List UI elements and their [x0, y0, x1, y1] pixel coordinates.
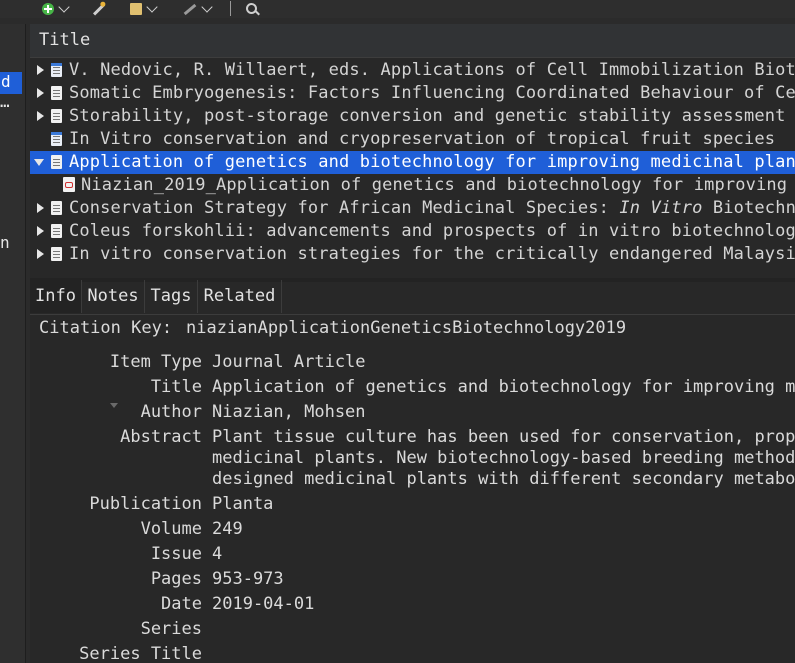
- document-icon: [51, 86, 62, 100]
- abstract-line[interactable]: Plant tissue culture has been used for c…: [212, 427, 795, 447]
- field-value-pages[interactable]: 953-973: [212, 569, 284, 589]
- toolbar: [0, 0, 795, 18]
- row-title-part: Biotechnology: [712, 198, 795, 218]
- document-icon: [51, 155, 62, 169]
- pdf-icon: [63, 177, 75, 192]
- row-title: Application of genetics and biotechnolog…: [69, 152, 795, 172]
- field-value-issue[interactable]: 4: [212, 544, 222, 564]
- magic-wand-icon: [92, 0, 107, 16]
- field-label-author: Author: [140, 402, 202, 422]
- field-value-publication[interactable]: Planta: [212, 494, 273, 514]
- expand-arrow-icon[interactable]: [37, 249, 44, 259]
- new-item-button[interactable]: [42, 0, 70, 16]
- field-value-volume[interactable]: 249: [212, 519, 243, 539]
- note-icon: [130, 2, 142, 15]
- attachment-row[interactable]: Niazian_2019_Application of genetics and…: [30, 174, 795, 197]
- row-title: Somatic Embryogenesis: Factors Influenci…: [69, 83, 795, 103]
- book-icon: [51, 63, 62, 77]
- field-value-date[interactable]: 2019-04-01: [212, 594, 314, 614]
- field-value-title[interactable]: Application of genetics and biotechnolog…: [212, 377, 795, 397]
- field-label-publication: Publication: [89, 494, 202, 514]
- add-by-identifier-button[interactable]: [92, 0, 107, 16]
- chevron-down-icon: [201, 0, 213, 13]
- table-row[interactable]: Conservation Strategy for African Medici…: [30, 197, 795, 220]
- row-title: Coleus forskohlii: advancements and pros…: [69, 221, 795, 241]
- field-label-series-title: Series Title: [79, 644, 202, 663]
- tab-related[interactable]: Related: [198, 280, 282, 313]
- field-label-pages: Pages: [150, 569, 202, 589]
- column-title: Title: [39, 30, 91, 50]
- field-label-item-type: Item Type: [109, 352, 202, 372]
- items-pane: Title V. Nedovic, R. Willaert, eds. Appl…: [30, 24, 795, 663]
- table-row[interactable]: V. Nedovic, R. Willaert, eds. Applicatio…: [30, 59, 795, 82]
- abstract-line[interactable]: designed medicinal plants with different…: [212, 469, 795, 489]
- field-label-issue: Issue: [150, 544, 202, 564]
- collection-label: d: [1, 72, 11, 91]
- field-label-title: Title: [150, 377, 202, 397]
- table-row-selected[interactable]: Application of genetics and biotechnolog…: [30, 151, 795, 174]
- tab-notes[interactable]: Notes: [82, 280, 145, 313]
- search-icon: [246, 3, 260, 16]
- title-column-header[interactable]: Title: [30, 24, 795, 58]
- abstract-line[interactable]: medicinal plants. New biotechnology-base…: [212, 448, 795, 468]
- document-icon: [51, 247, 62, 261]
- collection-item-selected[interactable]: d: [0, 72, 22, 94]
- new-note-button[interactable]: [130, 0, 158, 16]
- collection-label: n: [0, 233, 10, 252]
- tab-label: Info: [35, 286, 76, 306]
- chevron-down-icon: [146, 0, 158, 13]
- annotate-button[interactable]: [183, 0, 213, 16]
- table-row[interactable]: In vitro conservation strategies for the…: [30, 243, 795, 263]
- table-row[interactable]: Coleus forskohlii: advancements and pros…: [30, 220, 795, 243]
- author-menu-arrow-icon[interactable]: [110, 403, 118, 408]
- search-button[interactable]: [246, 1, 260, 16]
- item-pane-tabs: Info Notes Tags Related: [30, 280, 795, 315]
- field-label-date: Date: [161, 594, 202, 614]
- tab-label: Related: [203, 286, 276, 306]
- expand-arrow-icon[interactable]: [37, 203, 44, 213]
- citation-key-value[interactable]: niazianApplicationGeneticsBiotechnology2…: [186, 318, 626, 338]
- book-icon: [51, 132, 62, 146]
- field-label-abstract: Abstract: [120, 427, 202, 447]
- tab-tags[interactable]: Tags: [145, 280, 198, 313]
- collections-pane: d … n: [0, 24, 26, 663]
- tab-label: Notes: [87, 286, 139, 306]
- collapse-arrow-icon[interactable]: [34, 159, 44, 166]
- expand-arrow-icon[interactable]: [37, 226, 44, 236]
- expand-arrow-icon[interactable]: [37, 65, 44, 75]
- table-row[interactable]: In Vitro conservation and cryopreservati…: [30, 128, 795, 151]
- add-circle-icon: [42, 2, 54, 15]
- row-title: V. Nedovic, R. Willaert, eds. Applicatio…: [69, 60, 795, 80]
- chevron-down-icon: [58, 0, 70, 13]
- expand-arrow-icon[interactable]: [37, 111, 44, 121]
- row-title-part: Conservation Strategy for African Medici…: [69, 198, 620, 218]
- tab-info[interactable]: Info: [30, 280, 82, 313]
- document-icon: [51, 224, 62, 238]
- row-title: In Vitro conservation and cryopreservati…: [69, 129, 776, 149]
- expand-arrow-icon[interactable]: [37, 88, 44, 98]
- row-title: Niazian_2019_Application of genetics and…: [81, 175, 795, 195]
- field-label-series: Series: [140, 619, 202, 639]
- field-value-author[interactable]: Niazian, Mohsen: [212, 402, 366, 422]
- table-row[interactable]: Storability, post-storage conversion and…: [30, 105, 795, 128]
- document-icon: [51, 109, 62, 123]
- row-title: Storability, post-storage conversion and…: [69, 106, 786, 126]
- document-icon: [51, 201, 62, 215]
- table-row[interactable]: Somatic Embryogenesis: Factors Influenci…: [30, 82, 795, 105]
- row-title: Conservation Strategy for African Medici…: [69, 198, 795, 218]
- pen-icon: [183, 3, 197, 16]
- tab-label: Tags: [150, 286, 192, 306]
- info-panel: Citation Key: niazianApplicationGenetics…: [30, 318, 795, 663]
- field-label-volume: Volume: [140, 519, 202, 539]
- row-title: In vitro conservation strategies for the…: [69, 244, 795, 263]
- field-value-item-type[interactable]: Journal Article: [212, 352, 366, 372]
- toolbar-separator: [230, 1, 231, 16]
- collection-label: …: [0, 92, 10, 111]
- row-title-italic: In Vitro: [619, 198, 703, 218]
- citation-key-label: Citation Key:: [39, 318, 173, 338]
